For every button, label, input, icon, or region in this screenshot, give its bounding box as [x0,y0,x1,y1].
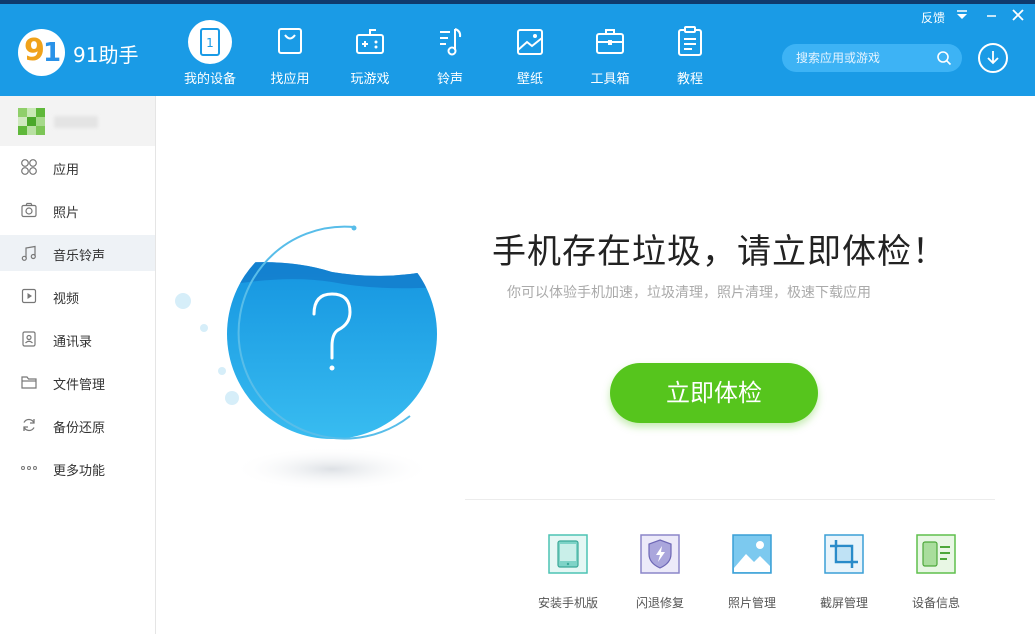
contacts-icon [22,331,36,347]
start-checkup-button[interactable]: 立即体检 [610,363,818,423]
video-icon [21,288,37,304]
wallpaper-icon [508,20,552,64]
health-check-illustration [175,225,437,491]
search-box [782,44,962,72]
tool-label: 截屏管理 [819,596,868,610]
nav-wallpapers[interactable]: 壁纸 [498,20,562,90]
device-icon: 1 [188,20,232,64]
tool-label: 闪退修复 [635,596,684,610]
sidebar-item-backup[interactable]: 备份还原 [0,407,155,443]
nav-games[interactable]: 玩游戏 [338,20,402,90]
nav-label: 玩游戏 [350,72,390,87]
tool-label: 设备信息 [911,596,960,610]
sidebar-item-label: 视频 [53,292,80,307]
crop-icon [824,534,864,574]
nav-label: 壁纸 [516,72,543,87]
folder-icon [21,376,37,389]
top-bar: 91 91助手 1 我的设备 找应用 玩游戏 铃声 壁纸 工具箱 教程 反馈 搜… [0,0,1035,96]
svg-text:1: 1 [206,36,214,50]
tool-screenshot-manager[interactable]: 截屏管理 [809,534,879,611]
app-brand: 91助手 [73,43,139,67]
sidebar-item-label: 应用 [53,163,80,178]
divider [465,499,995,500]
sidebar-item-label: 音乐铃声 [53,249,106,264]
menu-dropdown-icon[interactable] [953,6,971,24]
nav-label: 我的设备 [183,72,236,87]
apps-grid-icon [21,159,37,175]
tool-install-mobile[interactable]: 安装手机版 [533,534,603,611]
sidebar-item-more[interactable]: 更多功能 [0,450,155,486]
shopping-bag-icon [268,20,312,64]
nav-ringtones[interactable]: 铃声 [418,20,482,90]
nav-label: 教程 [676,72,703,87]
camera-icon [21,202,37,218]
tool-photo-manager[interactable]: 照片管理 [717,534,787,611]
music-note-icon [428,20,472,64]
sidebar-item-photos[interactable]: 照片 [0,192,155,228]
main-panel: 手机存在垃圾，请立即体检！ 你可以体验手机加速，垃圾清理，照片清理，极速下载应用… [157,96,1035,634]
shield-bolt-icon [640,534,680,574]
photo-icon [732,534,772,574]
sidebar-item-apps[interactable]: 应用 [0,149,155,185]
nav-toolbox[interactable]: 工具箱 [578,20,642,90]
device-name-blurred [54,116,98,128]
device-profile[interactable] [0,96,155,146]
nav-my-device[interactable]: 1 我的设备 [178,20,242,90]
tool-label: 安装手机版 [537,596,598,610]
app-logo: 91 [18,29,65,76]
sidebar-item-label: 备份还原 [53,421,106,436]
sidebar-item-label: 更多功能 [53,464,106,479]
nav-label: 工具箱 [590,72,630,87]
tablet-icon [548,534,588,574]
page-title: 手机存在垃圾，请立即体检！ [492,232,947,272]
minimize-icon[interactable] [983,6,1001,24]
gamepad-icon [348,20,392,64]
tool-device-info[interactable]: 设备信息 [901,534,971,611]
sidebar-item-files[interactable]: 文件管理 [0,364,155,400]
tool-crash-fix[interactable]: 闪退修复 [625,534,695,611]
more-dots-icon [21,466,37,470]
toolbox-icon [588,20,632,64]
sidebar-item-label: 照片 [53,206,80,221]
download-icon[interactable] [978,43,1008,73]
nav-label: 铃声 [436,72,463,87]
page-subtitle: 你可以体验手机加速，垃圾清理，照片清理，极速下载应用 [507,285,871,301]
sync-icon [23,418,35,432]
music-icon [21,245,36,261]
sidebar: 应用 照片 音乐铃声 视频 通讯录 文件管理 备份还原 更多功能 [0,96,156,634]
nav-tutorials[interactable]: 教程 [658,20,722,90]
nav-label: 找应用 [270,72,310,87]
search-input[interactable] [796,49,931,67]
sidebar-item-label: 文件管理 [53,378,106,393]
clipboard-icon [668,20,712,64]
device-info-icon [916,534,956,574]
tool-label: 照片管理 [727,596,776,610]
search-icon[interactable] [936,50,952,66]
sidebar-item-label: 通讯录 [53,335,93,350]
app-window: 91 91助手 1 我的设备 找应用 玩游戏 铃声 壁纸 工具箱 教程 反馈 搜… [0,0,1035,634]
sidebar-item-contacts[interactable]: 通讯录 [0,321,155,357]
avatar [18,108,45,135]
sidebar-item-videos[interactable]: 视频 [0,278,155,314]
feedback-link[interactable]: 反馈 [921,9,945,26]
nav-find-apps[interactable]: 找应用 [258,20,322,90]
sidebar-item-music[interactable]: 音乐铃声 [0,235,155,271]
close-icon[interactable] [1009,6,1027,24]
